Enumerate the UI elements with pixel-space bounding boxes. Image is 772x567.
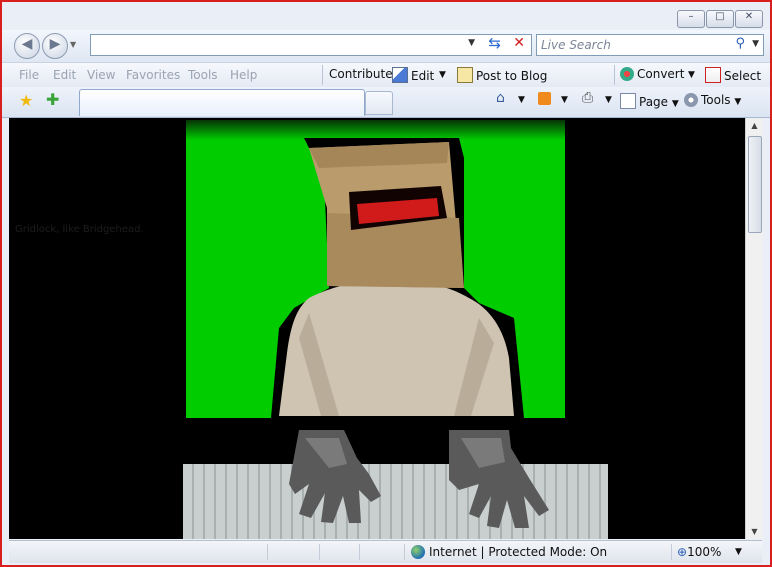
convert-dropdown-icon[interactable]: ▼ xyxy=(688,70,695,80)
zoom-level[interactable]: ⊕100% xyxy=(677,545,721,559)
favorites-star-icon[interactable]: ★ xyxy=(19,91,33,110)
close-button[interactable]: ✕ xyxy=(735,10,763,28)
recent-pages-dropdown-icon[interactable]: ▼ xyxy=(70,40,76,49)
menu-view[interactable]: View xyxy=(87,68,115,82)
menu-file[interactable]: File xyxy=(19,68,39,82)
new-tab-button[interactable] xyxy=(365,91,393,115)
scroll-thumb[interactable] xyxy=(748,136,762,233)
rss-feed-icon[interactable] xyxy=(538,92,551,105)
security-zone[interactable]: Internet | Protected Mode: On xyxy=(411,545,607,559)
restore-button[interactable]: □ xyxy=(706,10,734,28)
menu-bar: File Edit View Favorites Tools Help Cont… xyxy=(2,62,770,88)
toolbar-divider xyxy=(614,65,615,85)
add-favorites-icon[interactable]: ✚ xyxy=(46,90,59,109)
menu-tools[interactable]: Tools xyxy=(188,68,218,82)
stop-icon[interactable]: ✕ xyxy=(513,35,525,51)
search-options-icon[interactable]: ▼ xyxy=(752,39,759,49)
search-icon[interactable]: ⚲ xyxy=(735,36,745,51)
pencil-icon xyxy=(392,67,408,83)
command-bar: ★ ✚ ⌂ ▼ ▼ ⎙ ▼ Page ▼ Tools ▼ xyxy=(2,87,770,118)
convert-icon xyxy=(620,67,634,81)
hands-image xyxy=(289,430,549,528)
edit-dropdown-icon[interactable]: ▼ xyxy=(439,70,446,80)
tab-current[interactable] xyxy=(79,89,365,116)
toolbar-divider xyxy=(322,65,323,85)
home-icon[interactable]: ⌂ xyxy=(496,90,505,106)
select-icon xyxy=(705,67,721,83)
page-menu-button[interactable]: Page ▼ xyxy=(620,93,679,109)
contribute-button[interactable]: Contribute xyxy=(329,67,393,81)
refresh-icon[interactable]: ⇆ xyxy=(488,34,501,52)
zoom-icon: ⊕ xyxy=(677,545,688,559)
navigation-bar: ◀ ▶ ▼ ▼ ⇆ ✕ Live Search ⚲ ▼ xyxy=(2,30,770,62)
back-button[interactable]: ◀ xyxy=(14,33,40,59)
edit-button[interactable]: Edit xyxy=(392,67,434,83)
status-bar: Internet | Protected Mode: On ⊕100% ▼ xyxy=(9,540,762,563)
address-bar[interactable]: ▼ ⇆ ✕ xyxy=(90,34,532,56)
tools-menu-button[interactable]: Tools ▼ xyxy=(684,93,741,107)
back-arrow-icon: ◀ xyxy=(21,36,33,52)
tools-dropdown-icon: ▼ xyxy=(734,97,742,107)
print-dropdown-icon[interactable]: ▼ xyxy=(605,95,612,105)
search-box[interactable]: Live Search ⚲ ▼ xyxy=(536,34,764,56)
page-dropdown-icon: ▼ xyxy=(671,99,679,109)
feed-dropdown-icon[interactable]: ▼ xyxy=(561,95,568,105)
zoom-dropdown-icon[interactable]: ▼ xyxy=(735,547,742,557)
forward-button[interactable]: ▶ xyxy=(42,33,68,59)
scroll-up-icon[interactable]: ▲ xyxy=(746,121,763,130)
gear-icon xyxy=(684,93,698,107)
minimize-button[interactable]: – xyxy=(677,10,705,28)
forward-arrow-icon: ▶ xyxy=(49,36,61,52)
convert-button[interactable]: Convert xyxy=(620,67,684,81)
menu-help[interactable]: Help xyxy=(230,68,257,82)
vertical-scrollbar[interactable]: ▲ ▼ xyxy=(745,118,763,539)
home-dropdown-icon[interactable]: ▼ xyxy=(518,95,525,105)
address-dropdown-icon[interactable]: ▼ xyxy=(468,38,475,48)
search-input[interactable]: Live Search xyxy=(541,38,611,52)
blog-icon xyxy=(457,67,473,83)
menu-favorites[interactable]: Favorites xyxy=(126,68,180,82)
scroll-down-icon[interactable]: ▼ xyxy=(746,527,763,536)
browser-window: – □ ✕ ◀ ▶ ▼ ▼ ⇆ ✕ Live Search ⚲ ▼ File E… xyxy=(0,0,772,567)
post-to-blog-button[interactable]: Post to Blog xyxy=(457,67,547,83)
print-icon[interactable]: ⎙ xyxy=(582,90,593,106)
page-content: Gridlock, like Bridgehead. xyxy=(9,118,745,539)
menu-edit[interactable]: Edit xyxy=(53,68,76,82)
globe-icon xyxy=(411,545,425,559)
select-button[interactable]: Select xyxy=(705,67,761,83)
page-icon xyxy=(620,93,636,109)
